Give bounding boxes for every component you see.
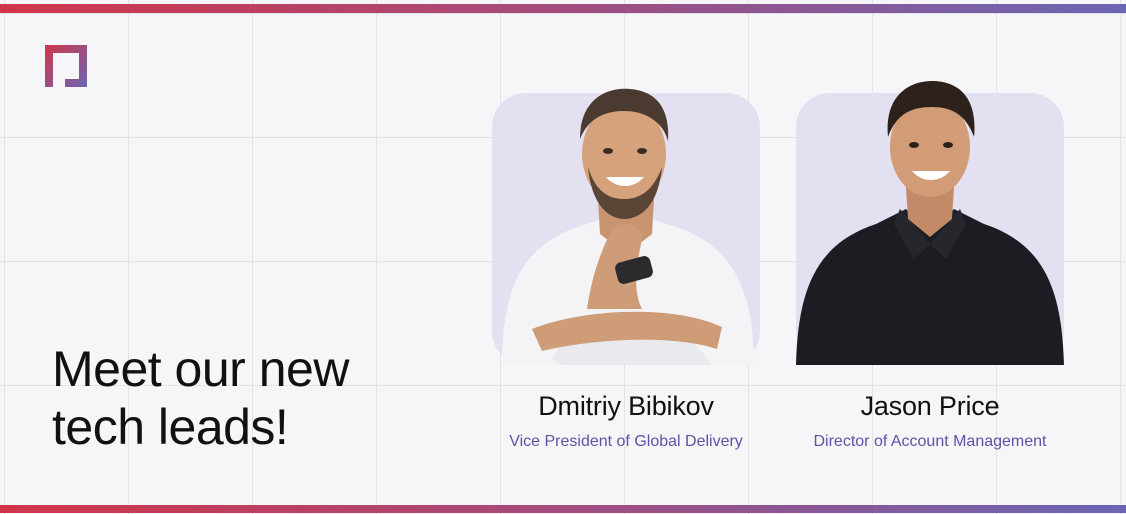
person-name: Jason Price	[860, 391, 1000, 421]
person-card-1: Dmitriy Bibikov Vice President of Global…	[492, 88, 760, 450]
person-card-2: Jason Price Director of Account Manageme…	[796, 81, 1064, 450]
bottom-accent-bar	[0, 505, 1126, 513]
announcement-banner: Meet our new tech leads! Dmitriy Bibikov…	[0, 0, 1126, 514]
person-role: Vice President of Global Delivery	[509, 433, 743, 450]
brand-logo-icon	[45, 45, 87, 87]
headline: Meet our new tech leads!	[52, 340, 349, 456]
top-accent-bar	[0, 4, 1126, 13]
portrait-photo	[796, 81, 1064, 365]
headline-line-1: Meet our new	[52, 341, 349, 397]
portrait-illustration-2	[796, 81, 1064, 365]
portrait-photo	[492, 88, 760, 365]
portrait-illustration-1	[502, 88, 754, 365]
headline-line-2: tech leads!	[52, 399, 289, 455]
person-role: Director of Account Management	[813, 433, 1047, 450]
person-name: Dmitriy Bibikov	[538, 391, 714, 421]
